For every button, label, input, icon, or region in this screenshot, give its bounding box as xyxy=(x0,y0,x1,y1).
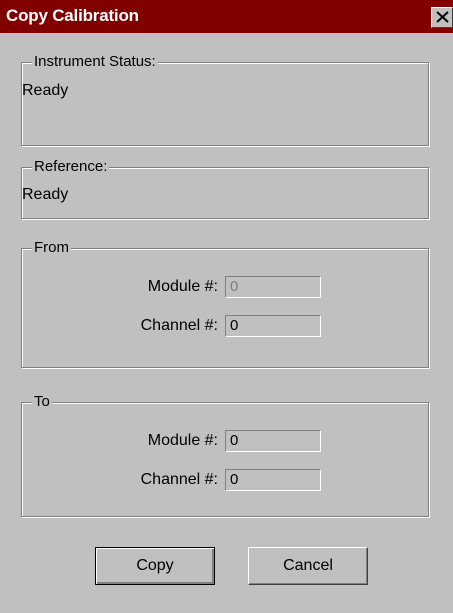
to-module-field[interactable]: 0 xyxy=(225,430,321,452)
copy-calibration-dialog: Copy Calibration Instrument Status: Read… xyxy=(0,0,453,613)
from-channel-label: Channel #: xyxy=(140,317,218,334)
from-channel-field[interactable]: 0 xyxy=(225,315,321,337)
instrument-status-label: Instrument Status: xyxy=(32,53,158,70)
reference-label: Reference: xyxy=(32,158,110,175)
instrument-status-value: Ready xyxy=(22,82,69,99)
instrument-status-group: Instrument Status: Ready xyxy=(21,54,429,146)
to-label: To xyxy=(32,393,52,410)
reference-group: Reference: Ready xyxy=(21,159,429,219)
from-label: From xyxy=(32,239,71,256)
reference-value: Ready xyxy=(22,186,69,203)
window-title: Copy Calibration xyxy=(6,6,139,25)
to-group: To Module #: 0 Channel #: 0 xyxy=(21,394,429,517)
from-module-field[interactable]: 0 xyxy=(225,276,321,298)
from-module-label: Module #: xyxy=(147,278,218,295)
copy-button[interactable]: Copy xyxy=(95,547,215,585)
title-bar[interactable]: Copy Calibration xyxy=(0,0,453,33)
close-button[interactable] xyxy=(431,7,453,28)
to-module-label: Module #: xyxy=(147,432,218,449)
cancel-button[interactable]: Cancel xyxy=(248,547,368,585)
to-channel-label: Channel #: xyxy=(140,471,218,488)
from-group: From Module #: 0 Channel #: 0 xyxy=(21,240,429,368)
close-icon xyxy=(436,11,449,23)
to-channel-field[interactable]: 0 xyxy=(225,469,321,491)
